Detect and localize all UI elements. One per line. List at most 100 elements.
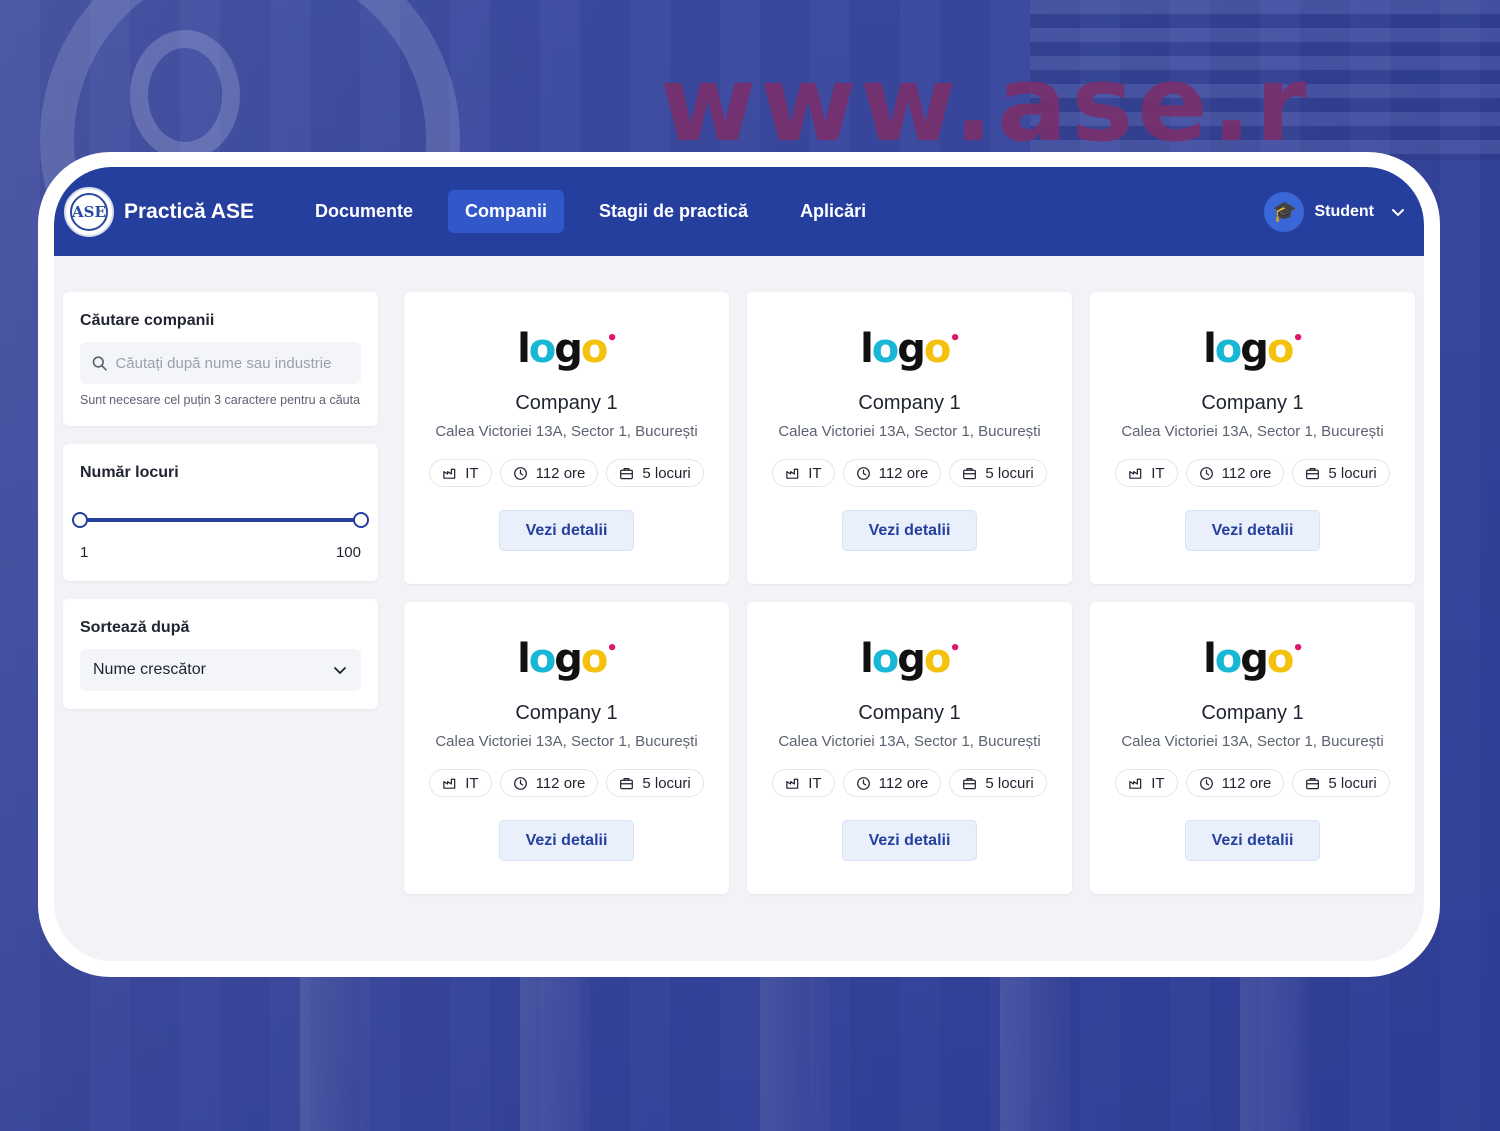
logo-letter-g: g	[897, 326, 926, 372]
slider-min-handle[interactable]	[72, 511, 88, 528]
places-tag: 5 locuri	[949, 769, 1047, 797]
company-tags: IT 112 ore 5 locuri	[772, 459, 1047, 487]
company-name: Company 1	[858, 702, 961, 724]
company-name: Company 1	[1201, 702, 1304, 724]
factory-icon	[1129, 778, 1142, 789]
logo-letters-l: l	[860, 636, 874, 682]
clock-icon	[513, 776, 527, 790]
view-details-button[interactable]: Vezi detalii	[498, 510, 635, 551]
nav-item-stagii-de-practica[interactable]: Stagii de practică	[582, 190, 765, 233]
logo-dot: •	[606, 638, 617, 659]
company-logo: l o g o •	[1203, 326, 1304, 372]
company-name: Company 1	[515, 702, 618, 724]
graduation-cap-icon: 🎓	[1264, 191, 1305, 232]
places-tag: 5 locuri	[1292, 459, 1390, 487]
user-menu[interactable]: 🎓 Student	[1264, 191, 1406, 232]
nav-item-aplicari[interactable]: Aplicări	[783, 190, 883, 233]
clock-icon	[856, 466, 870, 480]
search-panel: Căutare companii Sunt necesare cel puțin…	[63, 292, 378, 426]
hours-value: 112 ore	[535, 774, 586, 792]
view-details-button[interactable]: Vezi detalii	[1184, 510, 1321, 551]
view-details-button[interactable]: Vezi detalii	[498, 820, 635, 861]
places-value: 5 locuri	[1328, 464, 1377, 482]
logo-letter-g: g	[554, 636, 583, 682]
search-input[interactable]	[115, 354, 349, 372]
logo-letter-o: o	[923, 636, 952, 682]
industry-value: IT	[808, 464, 822, 482]
logo-letter-o: o	[580, 326, 609, 372]
nav-item-documente[interactable]: Documente	[298, 190, 430, 233]
briefcase-icon	[1306, 467, 1320, 479]
main-nav: Documente Companii Stagii de practică Ap…	[298, 190, 883, 233]
logo-letters-l: l	[517, 636, 531, 682]
company-tags: IT 112 ore 5 locuri	[429, 459, 704, 487]
range-labels: 1 100	[80, 544, 361, 561]
industry-value: IT	[1151, 774, 1165, 792]
company-address: Calea Victoriei 13A, Sector 1, București	[778, 733, 1041, 750]
slider-max-handle[interactable]	[353, 511, 369, 528]
brand-name: Practică ASE	[124, 199, 254, 223]
hours-tag: 112 ore	[842, 769, 942, 797]
industry-tag: IT	[429, 769, 492, 797]
factory-icon	[443, 778, 456, 789]
industry-tag: IT	[772, 769, 835, 797]
device-frame: ASE Practică ASE Documente Companii Stag…	[38, 152, 1440, 977]
company-card: l o g o • Company 1 Calea Victoriei 13A, Sec…	[747, 602, 1072, 894]
view-details-button[interactable]: Vezi detalii	[841, 820, 978, 861]
company-address: Calea Victoriei 13A, Sector 1, București	[1121, 733, 1384, 750]
nav-item-companii[interactable]: Companii	[447, 190, 564, 233]
brand[interactable]: ASE Practică ASE	[64, 186, 254, 237]
logo-letter-o: o	[528, 326, 557, 372]
factory-icon	[786, 778, 799, 789]
view-details-button[interactable]: Vezi detalii	[841, 510, 978, 551]
logo-letter-o: o	[580, 636, 609, 682]
company-logo: l o g o •	[1203, 636, 1304, 682]
hours-tag: 112 ore	[1185, 769, 1285, 797]
background-column	[760, 951, 830, 1131]
company-logo: l o g o •	[517, 326, 618, 372]
sort-panel: Sortează după Nume crescător	[63, 598, 378, 709]
logo-dot: •	[949, 328, 960, 349]
ase-seal-logo: ASE	[64, 186, 114, 237]
hours-value: 112 ore	[878, 774, 929, 792]
briefcase-icon	[963, 777, 977, 789]
industry-tag: IT	[429, 459, 492, 487]
logo-letters-l: l	[1203, 326, 1217, 372]
background-column	[1000, 951, 1070, 1131]
places-range-slider[interactable]	[72, 511, 369, 528]
hours-tag: 112 ore	[499, 769, 599, 797]
background-arch-detail	[130, 30, 240, 160]
company-tags: IT 112 ore 5 locuri	[772, 769, 1047, 797]
hours-value: 112 ore	[1221, 464, 1272, 482]
background-column	[520, 951, 590, 1131]
page-content: Căutare companii Sunt necesare cel puțin…	[54, 256, 1424, 894]
places-panel-title: Număr locuri	[80, 463, 179, 481]
view-details-button[interactable]: Vezi detalii	[1184, 820, 1321, 861]
hours-tag: 112 ore	[842, 459, 942, 487]
background-column	[300, 951, 370, 1131]
sort-select[interactable]: Nume crescător	[80, 648, 361, 691]
logo-dot: •	[606, 328, 617, 349]
slider-track	[80, 517, 361, 522]
clock-icon	[1199, 776, 1213, 790]
logo-letter-o: o	[871, 326, 900, 372]
company-name: Company 1	[515, 392, 618, 414]
industry-value: IT	[465, 774, 479, 792]
logo-letter-g: g	[1240, 326, 1269, 372]
search-box	[80, 342, 361, 384]
industry-value: IT	[465, 464, 479, 482]
factory-icon	[786, 468, 799, 479]
search-icon	[92, 355, 107, 371]
places-tag: 5 locuri	[606, 459, 704, 487]
logo-dot: •	[1292, 638, 1303, 659]
logo-letter-o: o	[871, 636, 900, 682]
company-logo: l o g o •	[860, 636, 961, 682]
filters-sidebar: Căutare companii Sunt necesare cel puțin…	[63, 292, 378, 894]
chevron-down-icon	[334, 666, 346, 675]
companies-grid: l o g o • Company 1 Calea Victoriei 13A, Sec…	[404, 292, 1415, 894]
clock-icon	[513, 466, 527, 480]
sort-select-value: Nume crescător	[93, 660, 206, 678]
logo-letter-o: o	[923, 326, 952, 372]
company-name: Company 1	[858, 392, 961, 414]
hours-value: 112 ore	[878, 464, 929, 482]
